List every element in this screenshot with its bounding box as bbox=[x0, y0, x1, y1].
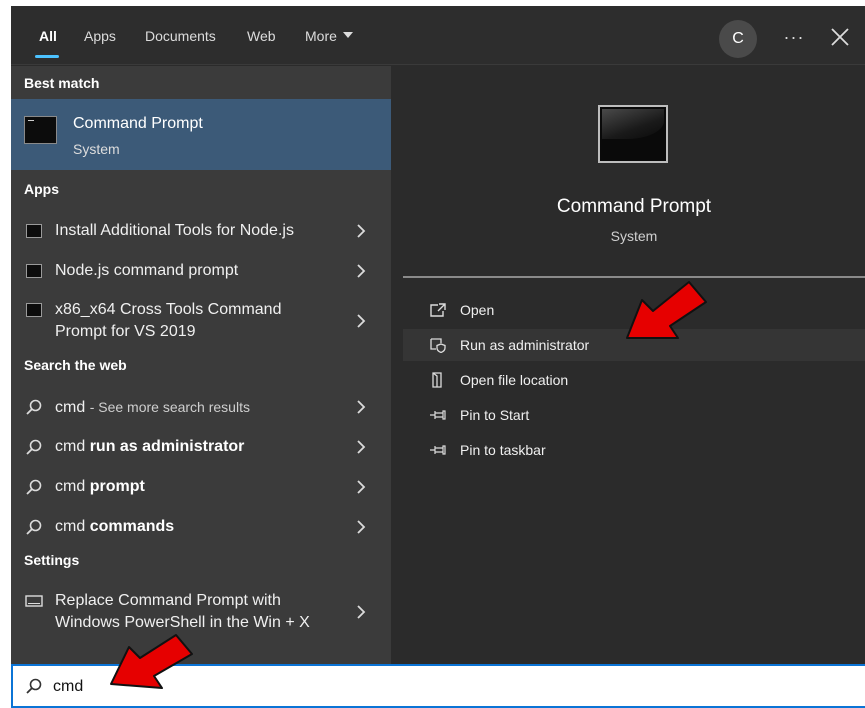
chevron-right-icon bbox=[357, 440, 366, 454]
list-item[interactable]: Node.js command prompt bbox=[11, 251, 391, 291]
section-apps: Apps bbox=[24, 181, 59, 197]
close-button[interactable] bbox=[829, 22, 851, 52]
query-text: cmd bbox=[55, 478, 86, 495]
terminal-icon bbox=[26, 264, 42, 278]
section-best-match: Best match bbox=[24, 75, 100, 91]
open-file-location-action[interactable]: Open file location bbox=[403, 364, 865, 396]
preview-subtitle: System bbox=[610, 228, 658, 244]
list-item[interactable]: Install Additional Tools for Node.js bbox=[11, 211, 391, 251]
chevron-right-icon bbox=[357, 314, 366, 328]
web-search-label: cmd run as administrator bbox=[55, 436, 244, 458]
settings-label-line1: Replace Command Prompt with bbox=[55, 592, 281, 609]
web-search-label: cmd commands bbox=[55, 516, 174, 538]
query-text: cmd bbox=[55, 438, 86, 455]
chevron-right-icon bbox=[357, 264, 366, 278]
chevron-right-icon bbox=[357, 480, 366, 494]
app-label-line1: x86_x64 Cross Tools Command bbox=[55, 301, 282, 318]
web-search-label: cmd - See more search results bbox=[55, 396, 250, 419]
open-file-location-label: Open file location bbox=[460, 372, 569, 388]
open-icon bbox=[430, 303, 446, 317]
best-match-item[interactable]: Command Prompt System bbox=[11, 99, 391, 170]
web-search-item[interactable]: cmd - See more search results bbox=[11, 387, 391, 427]
web-search-item[interactable]: cmd run as administrator bbox=[11, 427, 391, 467]
suggestion-text: prompt bbox=[89, 478, 145, 495]
close-icon bbox=[831, 28, 849, 46]
section-settings: Settings bbox=[24, 552, 80, 568]
pin-to-start-label: Pin to Start bbox=[460, 407, 530, 423]
search-window: All Apps Documents Web More C ··· Best m… bbox=[11, 6, 865, 708]
query-text: cmd bbox=[55, 399, 86, 416]
settings-label: Replace Command Prompt with Windows Powe… bbox=[55, 590, 310, 634]
suggestion-text: commands bbox=[89, 518, 175, 535]
tab-documents[interactable]: Documents bbox=[145, 26, 216, 46]
top-bar: All Apps Documents Web More C ··· bbox=[11, 6, 865, 65]
app-label: Install Additional Tools for Node.js bbox=[55, 222, 294, 239]
chevron-right-icon bbox=[357, 605, 366, 619]
more-options-button[interactable]: ··· bbox=[781, 22, 807, 52]
command-prompt-icon bbox=[598, 105, 668, 163]
preview-pane: Command Prompt System Open Run as admini… bbox=[403, 78, 865, 670]
settings-label-line2: Windows PowerShell in the Win + X bbox=[55, 614, 310, 631]
tab-web[interactable]: Web bbox=[247, 26, 276, 46]
pin-icon bbox=[430, 445, 446, 455]
best-match-subtitle: System bbox=[73, 141, 120, 157]
command-prompt-icon bbox=[24, 116, 57, 144]
section-search-the-web: Search the web bbox=[24, 357, 127, 373]
search-icon bbox=[26, 399, 42, 415]
pin-to-start-action[interactable]: Pin to Start bbox=[403, 399, 865, 431]
display-settings-icon bbox=[25, 595, 43, 607]
chevron-down-icon bbox=[342, 32, 353, 39]
search-icon bbox=[26, 479, 42, 495]
app-label-line2: Prompt for VS 2019 bbox=[55, 323, 196, 340]
pin-to-taskbar-action[interactable]: Pin to taskbar bbox=[403, 434, 865, 466]
open-label: Open bbox=[460, 302, 495, 318]
query-text: cmd bbox=[55, 518, 86, 535]
search-icon bbox=[26, 439, 42, 455]
search-icon bbox=[26, 519, 42, 535]
run-as-administrator-label: Run as administrator bbox=[460, 337, 590, 353]
web-search-item[interactable]: cmd commands bbox=[11, 507, 391, 547]
terminal-icon bbox=[26, 303, 42, 317]
see-more-text: - See more search results bbox=[89, 399, 250, 415]
active-tab-indicator bbox=[35, 55, 59, 58]
avatar[interactable]: C bbox=[719, 20, 757, 58]
shield-icon bbox=[430, 338, 446, 353]
results-pane: Best match Command Prompt System Apps In… bbox=[11, 66, 391, 670]
preview-title: Command Prompt bbox=[556, 196, 712, 217]
web-search-item[interactable]: cmd prompt bbox=[11, 467, 391, 507]
app-label: x86_x64 Cross Tools Command Prompt for V… bbox=[55, 299, 281, 343]
best-match-title: Command Prompt bbox=[73, 115, 203, 132]
settings-item[interactable]: Replace Command Prompt with Windows Powe… bbox=[11, 583, 391, 639]
tab-all[interactable]: All bbox=[39, 26, 57, 46]
terminal-icon bbox=[26, 224, 42, 238]
pin-icon bbox=[430, 410, 446, 420]
tab-more-label: More bbox=[305, 28, 337, 44]
tab-more[interactable]: More bbox=[305, 26, 353, 46]
annotation-arrow-icon bbox=[110, 634, 193, 689]
suggestion-text: run as administrator bbox=[89, 438, 245, 455]
pin-to-taskbar-label: Pin to taskbar bbox=[460, 442, 546, 458]
file-location-icon bbox=[432, 372, 442, 388]
chevron-right-icon bbox=[357, 520, 366, 534]
chevron-right-icon bbox=[357, 224, 366, 238]
tab-apps[interactable]: Apps bbox=[84, 26, 116, 46]
search-icon bbox=[26, 678, 42, 694]
chevron-right-icon bbox=[357, 400, 366, 414]
app-label: Node.js command prompt bbox=[55, 262, 239, 279]
annotation-arrow-icon bbox=[626, 281, 707, 339]
list-item[interactable]: x86_x64 Cross Tools Command Prompt for V… bbox=[11, 292, 391, 348]
web-search-label: cmd prompt bbox=[55, 476, 145, 498]
